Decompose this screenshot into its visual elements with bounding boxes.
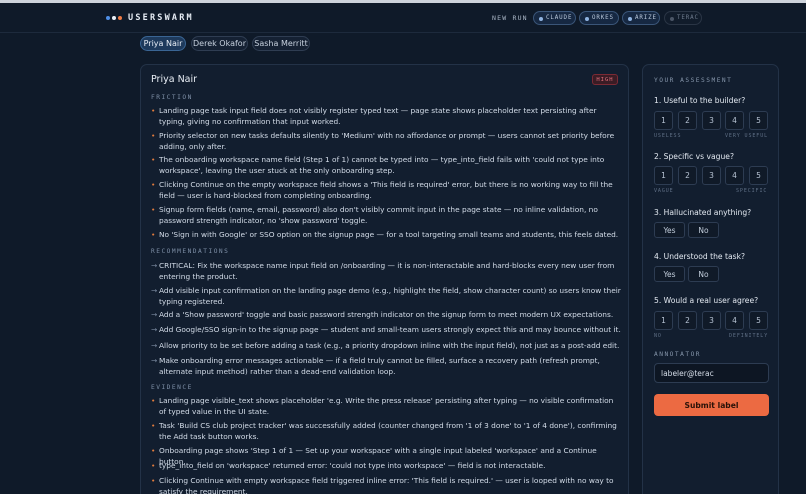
chip-arize[interactable]: ARIZE [622,11,660,25]
bullet-icon: • [151,131,156,140]
rating-1-button[interactable]: 1 [654,311,673,330]
rating-4-button[interactable]: 4 [725,166,744,185]
friction-item: • Priority selector on new tasks defaults… [151,131,615,151]
rating-3-button[interactable]: 3 [702,111,721,130]
bullet-icon: • [151,205,156,214]
rating-3-button[interactable]: 3 [702,166,721,185]
scale-high-label: SPECIFIC [736,188,768,194]
bullet-icon: • [151,446,156,455]
persona-tab-sasha[interactable]: Sasha Merritt [252,36,310,51]
recommendation-item: → CRITICAL: Fix the workspace name input … [151,261,615,281]
logo-dot-orange-icon [118,16,122,20]
scale-high-label: DEFINITELY [729,333,769,339]
severity-badge: HIGH [592,74,618,85]
question-specific: 2. Specific vs vague? [654,152,734,161]
friction-item: • Signup form fields (name, email, passwo… [151,205,598,225]
recommendation-item: → Add a 'Show password' toggle and basic … [151,310,614,319]
rating-5-button[interactable]: 5 [749,111,768,130]
arrow-right-icon: → [151,325,158,334]
chip-claude[interactable]: CLAUDE [533,11,576,25]
rating-4-button[interactable]: 4 [725,111,744,130]
scale-low-label: USELESS [654,133,682,139]
arrow-right-icon: → [151,286,158,295]
chip-orkes[interactable]: ORKES [579,11,619,25]
bullet-icon: • [151,461,156,470]
chip-terac[interactable]: TERAC [664,11,702,25]
bullet-icon: • [151,155,156,164]
bullet-icon: • [151,180,156,189]
logo-dot-white-icon [112,16,116,20]
app-logo[interactable]: USERSWARM [106,13,194,23]
arrow-right-icon: → [151,356,158,365]
status-dot-icon [539,16,543,21]
scale-high-label: VERY USEFUL [725,133,769,139]
logo-dot-blue-icon [106,16,110,20]
arrow-right-icon: → [151,341,158,350]
recommendation-item: → Make onboarding error messages actionab… [151,356,600,376]
annotator-input[interactable] [654,363,769,383]
question-useful: 1. Useful to the builder? [654,96,746,105]
assessment-panel: YOUR ASSESSMENT 1. Useful to the builder… [642,64,779,494]
friction-item: • Landing page task input field does not … [151,106,597,126]
yes-button[interactable]: Yes [654,222,685,238]
status-dot-icon [670,16,674,21]
persona-title: Priya Nair [151,74,198,85]
question-hallucinated: 3. Hallucinated anything? [654,208,752,217]
bullet-icon: • [151,106,156,115]
arrow-right-icon: → [151,310,158,319]
rating-1-button[interactable]: 1 [654,166,673,185]
rating-4-button[interactable]: 4 [725,311,744,330]
persona-tab-derek[interactable]: Derek Okafor [191,36,248,51]
rating-2-button[interactable]: 2 [678,311,697,330]
arrow-right-icon: → [151,261,158,270]
report-card: Priya Nair HIGH FRICTION • Landing page t… [140,64,629,494]
no-button[interactable]: No [688,222,719,238]
scale-low-label: VAGUE [654,188,674,194]
annotator-label: ANNOTATOR [654,351,702,358]
assessment-heading: YOUR ASSESSMENT [654,77,733,84]
submit-label-button[interactable]: Submit label [654,394,769,416]
recommendation-item: → Add visible input confirmation on the l… [151,286,621,306]
friction-item: • No 'Sign in with Google' or SSO option … [151,230,619,239]
evidence-item: • Task 'Build CS club project tracker' wa… [151,421,617,441]
friction-item: • Clicking Continue on the empty workspac… [151,180,613,200]
evidence-item: • Clicking Continue with empty workspace … [151,476,614,494]
new-run-link[interactable]: NEW RUN [492,14,528,22]
friction-label: FRICTION [151,94,193,101]
status-dot-icon [628,16,632,21]
app-name: USERSWARM [128,13,194,23]
bullet-icon: • [151,476,156,485]
rating-5-button[interactable]: 5 [749,311,768,330]
rating-3-button[interactable]: 3 [702,311,721,330]
bullet-icon: • [151,421,156,430]
rating-2-button[interactable]: 2 [678,111,697,130]
status-dot-icon [585,16,589,21]
recommendation-item: → Allow priority to be set before adding … [151,341,620,350]
evidence-item: • type_into_field on 'workspace' returned… [151,461,546,470]
evidence-label: EVIDENCE [151,384,193,391]
friction-item: • The onboarding workspace name field (St… [151,155,605,175]
rating-5-button[interactable]: 5 [749,166,768,185]
persona-tab-priya[interactable]: Priya Nair [140,36,186,51]
rating-2-button[interactable]: 2 [678,166,697,185]
question-understood: 4. Understood the task? [654,252,745,261]
top-bar: USERSWARM NEW RUN CLAUDE ORKES ARIZE TER… [0,3,806,33]
yes-button[interactable]: Yes [654,266,685,282]
recommendation-item: → Add Google/SSO sign-in to the signup pa… [151,325,621,334]
bullet-icon: • [151,396,156,405]
bullet-icon: • [151,230,156,239]
evidence-item: • Landing page visible_text shows placeho… [151,396,614,416]
recommendations-label: RECOMMENDATIONS [151,248,230,255]
no-button[interactable]: No [688,266,719,282]
question-real-user: 5. Would a real user agree? [654,296,759,305]
scale-low-label: NO [654,333,662,339]
rating-1-button[interactable]: 1 [654,111,673,130]
